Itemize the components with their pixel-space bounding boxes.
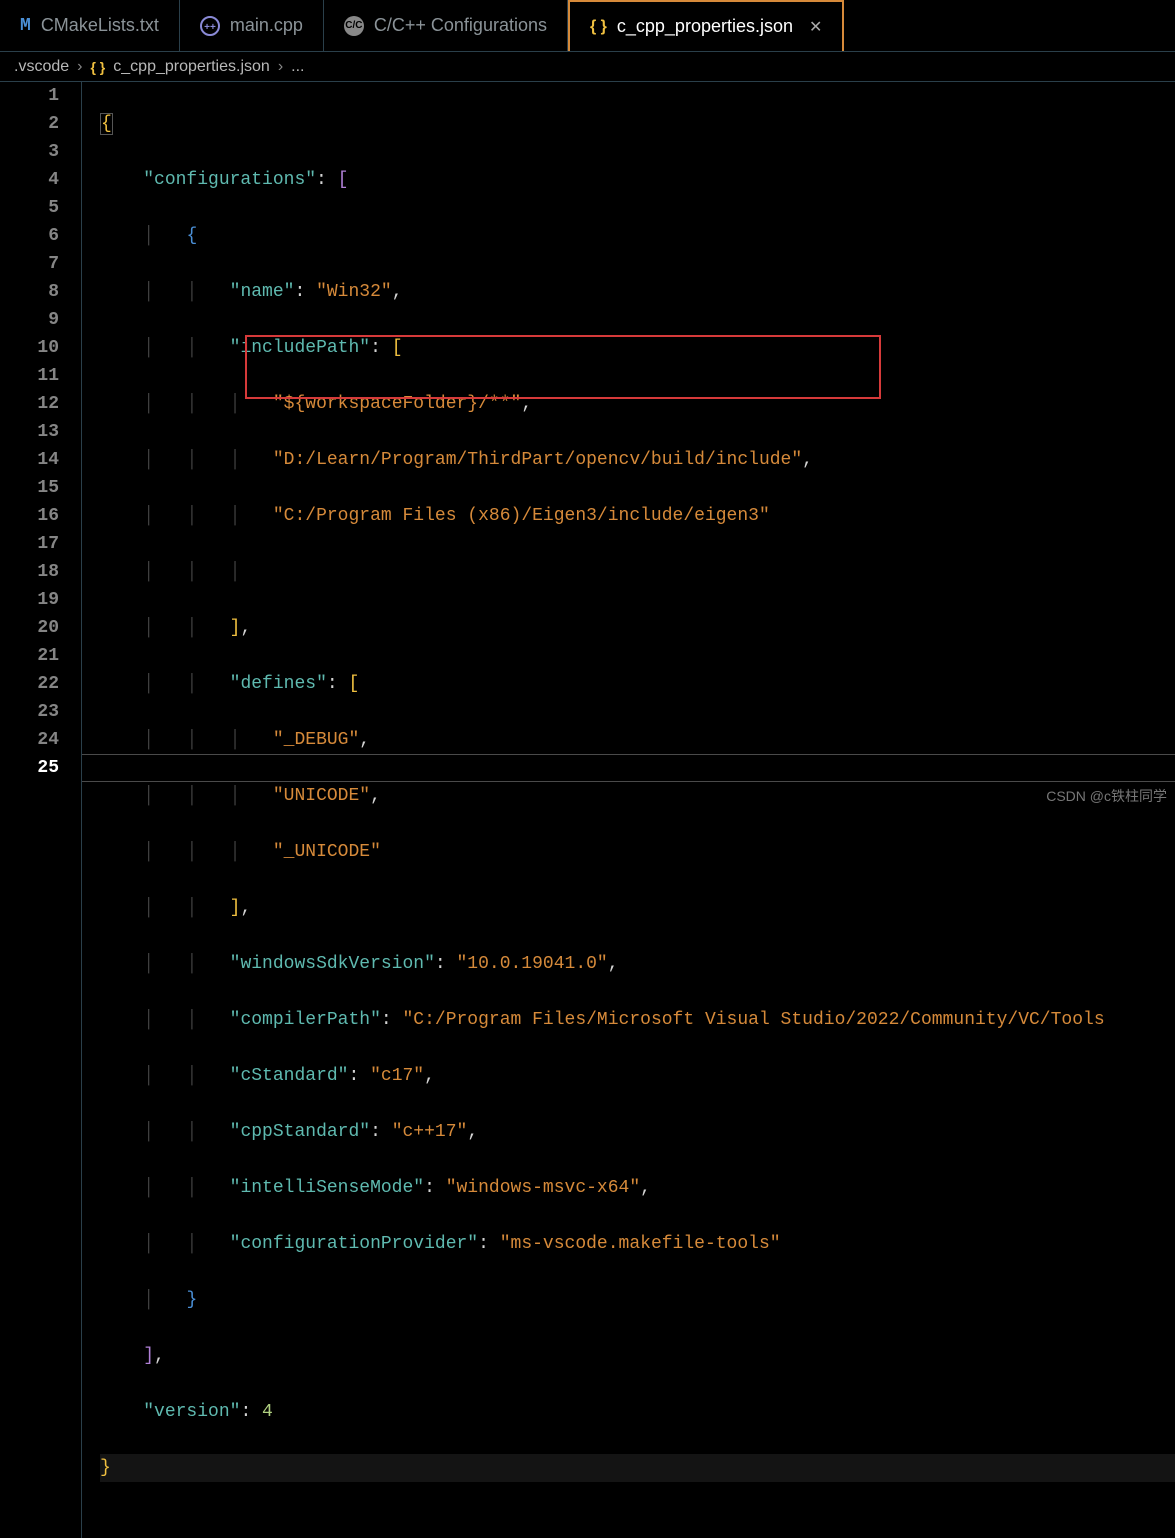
close-icon[interactable]: ✕ bbox=[809, 17, 822, 37]
breadcrumb-file: c_cpp_properties.json bbox=[113, 58, 270, 76]
tab-cmakelists[interactable]: M CMakeLists.txt bbox=[0, 0, 180, 51]
tab-label: C/C++ Configurations bbox=[374, 15, 547, 36]
code-editor[interactable]: 1 2 3 4 5 6 7 8 9 10 11 12 13 14 15 16 1… bbox=[0, 82, 1175, 1538]
tab-c-cpp-properties[interactable]: { } c_cpp_properties.json ✕ bbox=[568, 0, 844, 51]
watermark: CSDN @c铁柱同学 bbox=[1046, 786, 1167, 806]
chevron-right-icon: › bbox=[278, 58, 283, 76]
tab-main-cpp[interactable]: ++ main.cpp bbox=[180, 0, 324, 51]
config-icon: C/C bbox=[344, 16, 364, 36]
tab-label: main.cpp bbox=[230, 15, 303, 36]
cmake-file-icon: M bbox=[20, 16, 31, 36]
breadcrumb[interactable]: .vscode › { } c_cpp_properties.json › ..… bbox=[0, 52, 1175, 82]
chevron-right-icon: › bbox=[77, 58, 82, 76]
tab-bar: M CMakeLists.txt ++ main.cpp C/C C/C++ C… bbox=[0, 0, 1175, 52]
json-file-icon: { } bbox=[590, 18, 607, 36]
tab-cpp-config[interactable]: C/C C/C++ Configurations bbox=[324, 0, 568, 51]
breadcrumb-folder: .vscode bbox=[14, 58, 69, 76]
tab-label: c_cpp_properties.json bbox=[617, 16, 793, 37]
code-content[interactable]: { "configurations": [ │ { │ │ "name": "W… bbox=[82, 82, 1175, 1538]
json-file-icon: { } bbox=[90, 59, 105, 75]
svg-text:++: ++ bbox=[204, 22, 216, 33]
line-number-gutter: 1 2 3 4 5 6 7 8 9 10 11 12 13 14 15 16 1… bbox=[0, 82, 82, 1538]
tab-label: CMakeLists.txt bbox=[41, 15, 159, 36]
cpp-file-icon: ++ bbox=[200, 16, 220, 36]
breadcrumb-tail: ... bbox=[291, 58, 304, 76]
